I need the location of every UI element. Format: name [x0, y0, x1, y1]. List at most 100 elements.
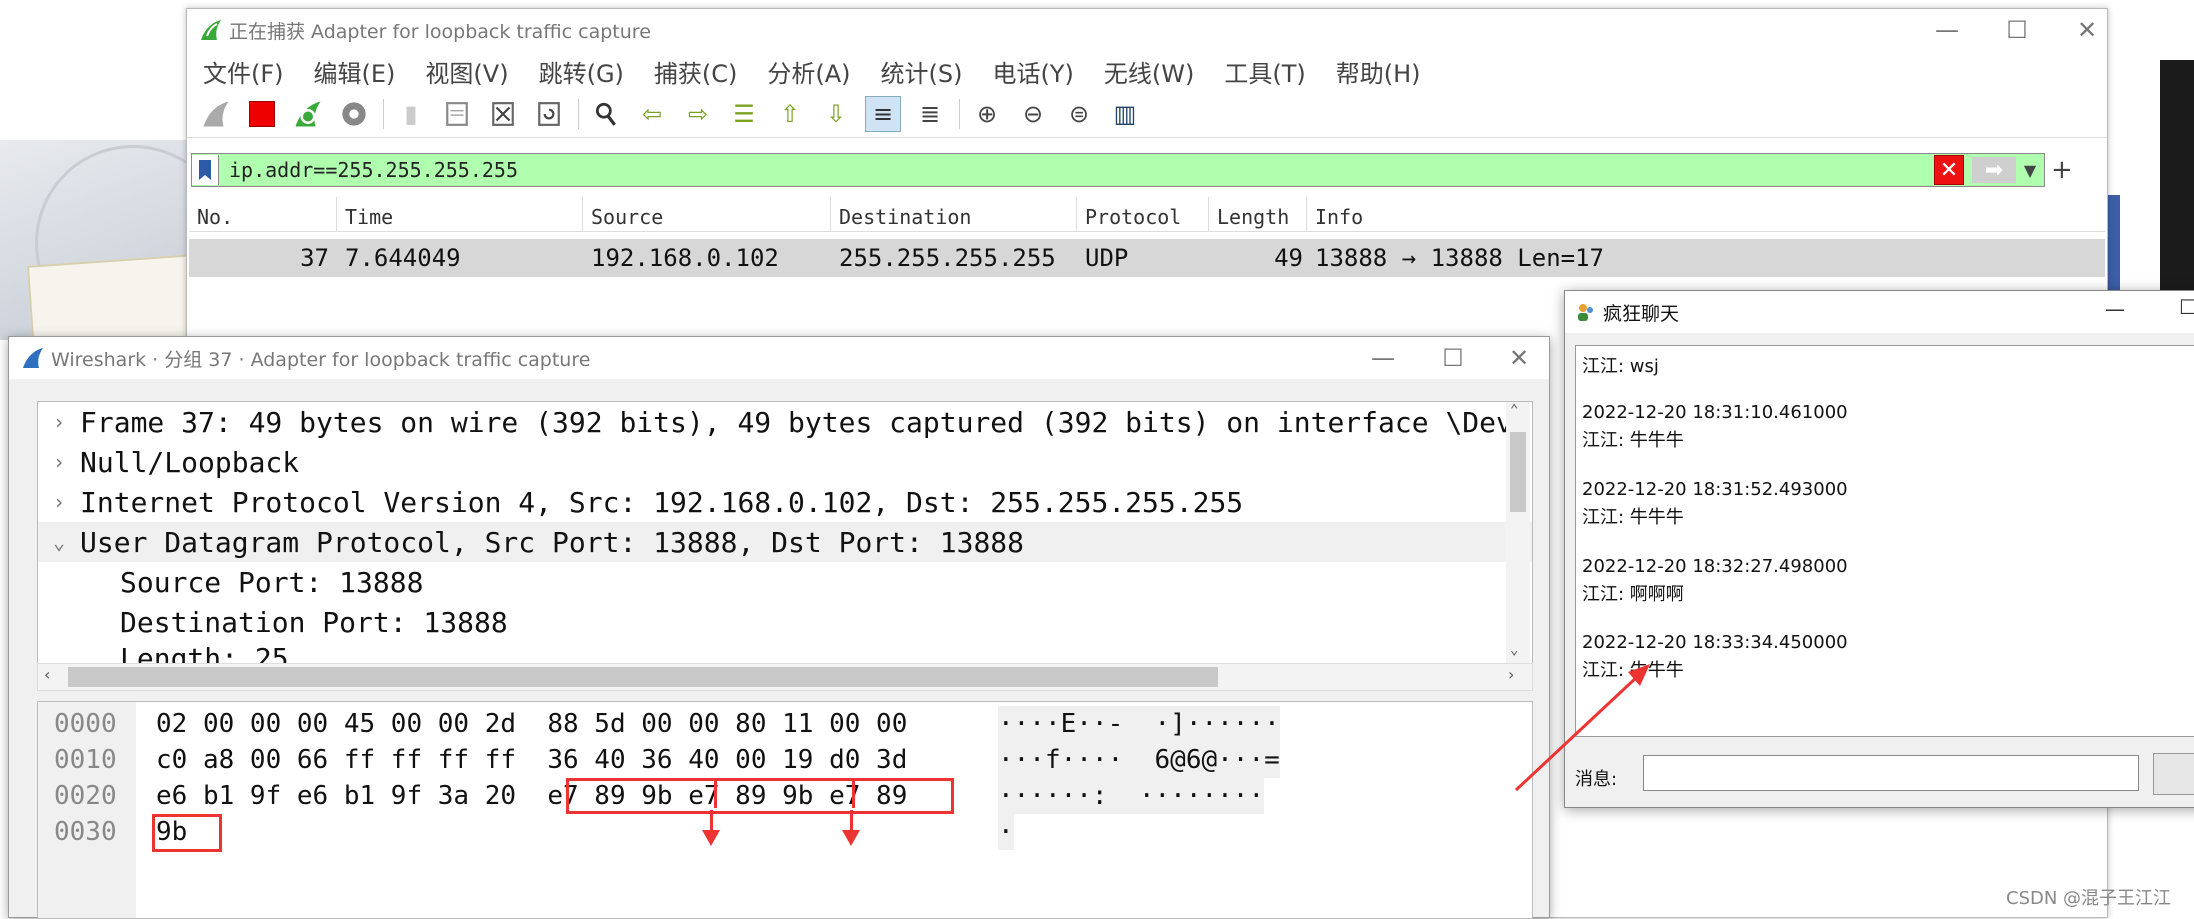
chat-message-log: 江江: wsj 2022-12-20 18:31:10.461000 江江: 牛…: [1575, 345, 2194, 737]
column-info[interactable]: Info: [1307, 197, 2105, 231]
toolbar-separator: [959, 99, 960, 129]
scroll-left-icon[interactable]: ‹: [44, 665, 50, 684]
capture-options-icon[interactable]: [337, 97, 371, 131]
hex-ascii[interactable]: ······: ········: [998, 778, 1265, 814]
go-to-packet-icon[interactable]: ☰: [727, 97, 761, 131]
tree-vertical-scrollbar[interactable]: ⌃ ⌄: [1506, 402, 1530, 668]
filter-history-dropdown-icon[interactable]: ▼: [2016, 161, 2044, 180]
apply-filter-icon[interactable]: ➡: [1972, 157, 2016, 183]
chat-message-text: 江江: 啊啊啊: [1582, 584, 1684, 605]
tree-item-frame[interactable]: › Frame 37: 49 bytes on wire (392 bits), …: [38, 402, 1532, 442]
minimize-button[interactable]: —: [2105, 297, 2125, 321]
packet-info: 13888 → 13888 Len=17: [1315, 244, 1604, 272]
column-source[interactable]: Source: [583, 197, 831, 231]
annotation-arrowhead-icon: [702, 830, 720, 846]
hex-offset: 0000: [54, 709, 117, 739]
close-button[interactable]: ✕: [2057, 13, 2117, 47]
menu-view[interactable]: 视图(V): [425, 54, 508, 89]
packet-titlebar: Wireshark · 分组 37 · Adapter for loopback…: [9, 337, 1549, 379]
menu-statistics[interactable]: 统计(S): [881, 54, 963, 89]
hex-ascii[interactable]: ···f···· 6@6@···=: [998, 742, 1280, 778]
minimize-button[interactable]: —: [1353, 341, 1413, 375]
restart-capture-icon[interactable]: [291, 97, 325, 131]
go-forward-icon[interactable]: ⇨: [681, 97, 715, 131]
main-toolbar: ▮ ⇦ ⇨ ☰ ⇧ ⇩ ≡ ≣ ⊕ ⊖ ⊜ ▥: [187, 91, 2107, 138]
maximize-button[interactable]: ☐: [1423, 341, 1483, 375]
background-terminal: [2160, 60, 2194, 290]
annotation-diagonal-arrow: [1514, 664, 1650, 792]
hex-ascii[interactable]: ·: [998, 814, 1014, 850]
scroll-thumb[interactable]: [68, 667, 1218, 687]
scroll-thumb[interactable]: [1510, 432, 1526, 512]
watermark-text: CSDN @混子王江江: [2006, 888, 2172, 909]
reload-icon[interactable]: [532, 97, 566, 131]
packet-detail-window: Wireshark · 分组 37 · Adapter for loopback…: [8, 336, 1550, 919]
column-time[interactable]: Time: [337, 197, 583, 231]
go-last-icon[interactable]: ⇩: [819, 97, 853, 131]
menu-telephony[interactable]: 电话(Y): [993, 54, 1074, 89]
column-length[interactable]: Length: [1209, 197, 1307, 231]
display-filter-input[interactable]: ip.addr==255.255.255.255: [229, 158, 1934, 182]
collapse-arrow-icon[interactable]: ⌄: [38, 530, 80, 554]
zoom-normal-icon[interactable]: ⊜: [1062, 97, 1096, 131]
tree-item-ipv4[interactable]: › Internet Protocol Version 4, Src: 192.1…: [38, 482, 1532, 522]
column-no[interactable]: No.: [189, 197, 337, 231]
zoom-in-icon[interactable]: ⊕: [970, 97, 1004, 131]
chat-message-time: 2022-12-20 18:32:27.498000: [1582, 556, 1848, 577]
packet-protocol: UDP: [1085, 244, 1129, 272]
close-button[interactable]: ✕: [1489, 341, 1549, 375]
menu-tools[interactable]: 工具(T): [1224, 54, 1305, 89]
highlight-box-payload: [566, 778, 954, 814]
close-file-icon[interactable]: [486, 97, 520, 131]
wireshark-fin-icon: [23, 348, 43, 368]
add-filter-button-icon[interactable]: +: [2051, 155, 2073, 185]
scroll-up-icon[interactable]: ⌃: [1510, 402, 1518, 418]
send-button[interactable]: [2153, 753, 2194, 795]
maximize-button[interactable]: ☐: [1987, 13, 2047, 47]
message-input[interactable]: [1643, 755, 2139, 791]
go-first-icon[interactable]: ⇧: [773, 97, 807, 131]
maximize-button[interactable]: ☐: [2179, 295, 2194, 319]
clear-filter-icon[interactable]: ✕: [1934, 155, 1964, 185]
tree-item-source-port[interactable]: Source Port: 13888: [38, 562, 1532, 602]
resize-columns-icon[interactable]: ▥: [1108, 97, 1142, 131]
stop-capture-icon[interactable]: [245, 97, 279, 131]
tree-item-null-loopback[interactable]: › Null/Loopback: [38, 442, 1532, 482]
minimize-button[interactable]: —: [1917, 13, 1977, 47]
open-file-icon[interactable]: ▮: [394, 97, 428, 131]
menu-file[interactable]: 文件(F): [203, 54, 284, 89]
shark-fin-start-icon[interactable]: [199, 97, 233, 131]
column-destination[interactable]: Destination: [831, 197, 1077, 231]
menu-go[interactable]: 跳转(G): [539, 54, 624, 89]
find-icon[interactable]: [589, 97, 623, 131]
expand-arrow-icon[interactable]: ›: [38, 450, 80, 474]
menu-edit[interactable]: 编辑(E): [314, 54, 396, 89]
main-window-title: 正在捕获 Adapter for loopback traffic captur…: [229, 20, 651, 43]
menu-analyze[interactable]: 分析(A): [767, 54, 850, 89]
colorize-icon[interactable]: ≣: [913, 97, 947, 131]
hex-bytes[interactable]: c0 a8 00 66 ff ff ff ff 36 40 36 40 00 1…: [156, 742, 907, 778]
expand-arrow-icon[interactable]: ›: [38, 410, 80, 434]
hex-bytes[interactable]: 02 00 00 00 45 00 00 2d 88 5d 00 00 80 1…: [156, 706, 907, 742]
tree-item-destination-port[interactable]: Destination Port: 13888: [38, 602, 1532, 642]
expand-arrow-icon[interactable]: ›: [38, 490, 80, 514]
tree-item-udp[interactable]: ⌄ User Datagram Protocol, Src Port: 13888…: [38, 522, 1532, 562]
highlight-box-divider: [852, 778, 855, 808]
tree-horizontal-scrollbar[interactable]: ‹ ›: [37, 663, 1533, 691]
zoom-out-icon[interactable]: ⊖: [1016, 97, 1050, 131]
hex-ascii[interactable]: ····E··- ·]······: [998, 706, 1280, 742]
packet-bytes-pane: 0000 0010 0020 0030 02 00 00 00 45 00 00…: [37, 701, 1533, 919]
packet-row[interactable]: 37 7.644049 192.168.0.102 255.255.255.25…: [189, 239, 2105, 277]
menu-wireless[interactable]: 无线(W): [1104, 54, 1194, 89]
toolbar-separator: [383, 99, 384, 129]
chat-users-icon: [1578, 304, 1593, 321]
autoscroll-icon[interactable]: ≡: [865, 96, 901, 132]
packet-source: 192.168.0.102: [591, 244, 779, 272]
column-protocol[interactable]: Protocol: [1077, 197, 1209, 231]
go-back-icon[interactable]: ⇦: [635, 97, 669, 131]
menu-capture[interactable]: 捕获(C): [654, 54, 737, 89]
save-file-icon[interactable]: [440, 97, 474, 131]
menu-help[interactable]: 帮助(H): [1336, 54, 1421, 89]
chat-message-time: 2022-12-20 18:31:52.493000: [1582, 479, 1848, 500]
bookmark-icon[interactable]: [192, 155, 219, 185]
